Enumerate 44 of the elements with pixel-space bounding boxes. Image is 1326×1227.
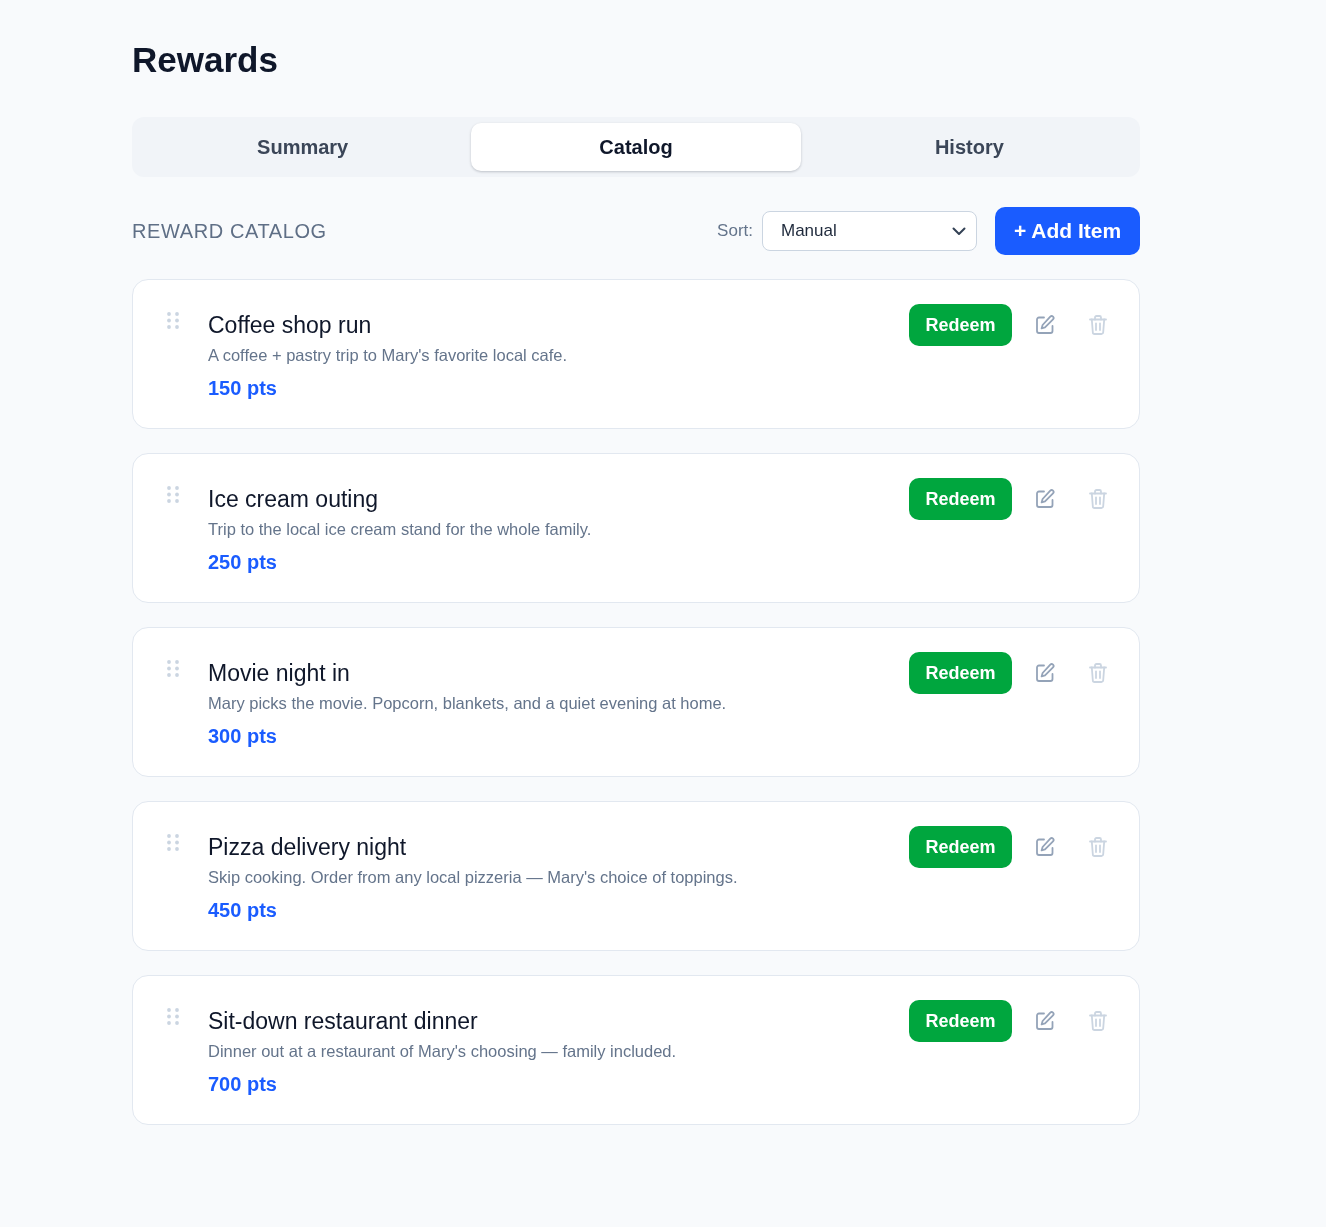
add-item-button[interactable]: + Add Item bbox=[995, 207, 1140, 255]
reward-title: Coffee shop run bbox=[208, 311, 372, 340]
tab[interactable]: History bbox=[804, 123, 1134, 171]
trash-icon[interactable] bbox=[1089, 837, 1107, 857]
chevron-down-icon bbox=[952, 226, 966, 236]
drag-handle-icon[interactable] bbox=[167, 834, 179, 851]
reward-description: Mary picks the movie. Popcorn, blankets, and a quiet evening at home. bbox=[208, 693, 727, 714]
drag-handle-icon[interactable] bbox=[167, 660, 179, 677]
trash-icon[interactable] bbox=[1089, 489, 1107, 509]
tab[interactable]: Summary bbox=[138, 123, 468, 171]
tab[interactable]: Catalog bbox=[471, 123, 801, 171]
edit-icon[interactable] bbox=[1035, 489, 1055, 509]
section-heading: REWARD CATALOG bbox=[132, 219, 327, 243]
reward-title: Sit-down restaurant dinner bbox=[208, 1007, 478, 1036]
edit-icon[interactable] bbox=[1035, 1011, 1055, 1031]
redeem-button[interactable]: Redeem bbox=[909, 304, 1012, 346]
sort-select[interactable]: Manual bbox=[762, 211, 977, 251]
reward-points: 700 pts bbox=[208, 1072, 277, 1096]
reward-points: 300 pts bbox=[208, 724, 277, 748]
edit-icon[interactable] bbox=[1035, 315, 1055, 335]
page-title: Rewards bbox=[132, 39, 278, 81]
reward-points: 250 pts bbox=[208, 550, 277, 574]
reward-points: 450 pts bbox=[208, 898, 277, 922]
trash-icon[interactable] bbox=[1089, 315, 1107, 335]
drag-handle-icon[interactable] bbox=[167, 312, 179, 329]
trash-icon[interactable] bbox=[1089, 663, 1107, 683]
reward-description: Trip to the local ice cream stand for the whole family. bbox=[208, 519, 592, 540]
drag-handle-icon[interactable] bbox=[167, 1008, 179, 1025]
redeem-button[interactable]: Redeem bbox=[909, 652, 1012, 694]
redeem-button[interactable]: Redeem bbox=[909, 1000, 1012, 1042]
reward-description: Skip cooking. Order from any local pizzeria — Mary's choice of toppings. bbox=[208, 867, 738, 888]
reward-title: Pizza delivery night bbox=[208, 833, 407, 862]
redeem-button[interactable]: Redeem bbox=[909, 478, 1012, 520]
redeem-button[interactable]: Redeem bbox=[909, 826, 1012, 868]
reward-points: 150 pts bbox=[208, 376, 277, 400]
trash-icon[interactable] bbox=[1089, 1011, 1107, 1031]
reward-description: A coffee + pastry trip to Mary's favorite local cafe. bbox=[208, 345, 568, 366]
edit-icon[interactable] bbox=[1035, 663, 1055, 683]
sort-label: Sort: bbox=[717, 221, 753, 241]
edit-icon[interactable] bbox=[1035, 837, 1055, 857]
drag-handle-icon[interactable] bbox=[167, 486, 179, 503]
reward-description: Dinner out at a restaurant of Mary's choosing — family included. bbox=[208, 1041, 677, 1062]
reward-title: Ice cream outing bbox=[208, 485, 379, 514]
reward-title: Movie night in bbox=[208, 659, 350, 688]
